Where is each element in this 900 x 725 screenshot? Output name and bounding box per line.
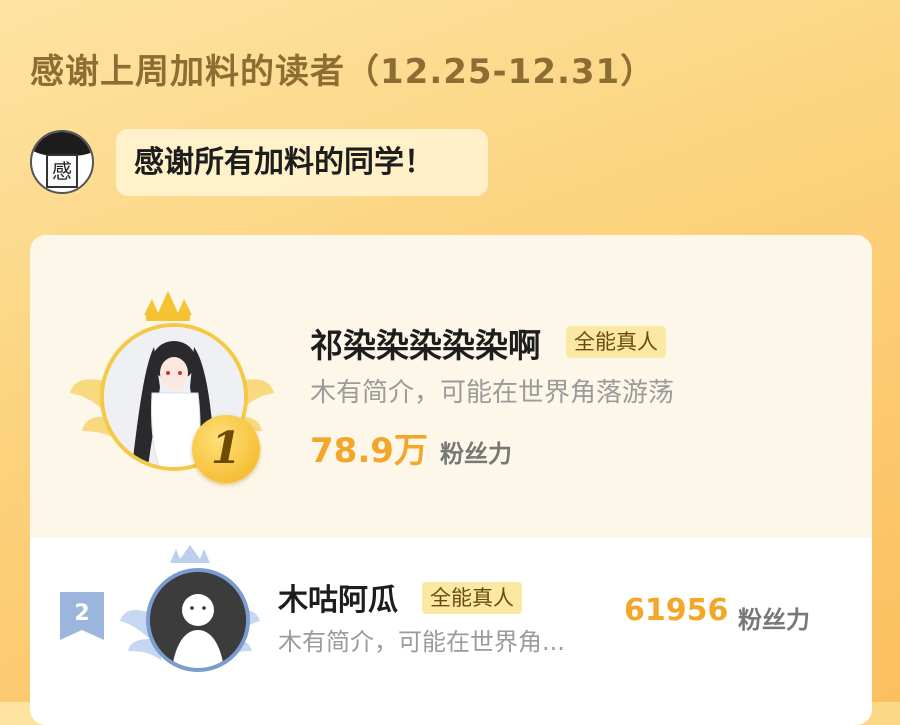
second-place-fans-value: 61956 [624, 593, 729, 628]
second-place-tag: 全能真人 [422, 582, 522, 614]
rank-2-badge: 2 [74, 601, 89, 626]
first-place-tag: 全能真人 [566, 326, 666, 358]
avatar-face: 感 [46, 154, 78, 188]
first-place-section: 1 祁染染染染染啊 全能真人 木有简介，可能在世界角落游荡 78.9万 粉丝力 [30, 235, 872, 538]
second-place-avatar[interactable] [146, 568, 250, 672]
ranking-card: 1 祁染染染染染啊 全能真人 木有简介，可能在世界角落游荡 78.9万 粉丝力 … [30, 235, 872, 725]
second-place-name[interactable]: 木咕阿瓜 [278, 575, 398, 619]
rank-2-flag-icon: 2 [60, 592, 104, 640]
crown-icon [144, 291, 192, 315]
first-place-fans-label: 粉丝力 [440, 440, 512, 468]
first-place-name[interactable]: 祁染染染染染啊 [310, 319, 541, 367]
silver-crown-icon [170, 545, 210, 563]
thanks-bubble: 感谢所有加料的同学！ [116, 129, 488, 196]
first-place-bio: 木有简介，可能在世界角落游荡 [310, 378, 675, 408]
avatar-hair [32, 132, 92, 156]
second-place-bio: 木有简介，可能在世界角... [278, 628, 565, 656]
default-user-icon [150, 572, 246, 668]
first-place-fans-value: 78.9万 [310, 431, 428, 471]
second-place-fans-label: 粉丝力 [738, 606, 810, 634]
author-avatar[interactable]: 感 [30, 130, 94, 194]
rank-1-badge: 1 [192, 415, 260, 483]
page-title: 感谢上周加料的读者（12.25-12.31） [30, 52, 656, 92]
